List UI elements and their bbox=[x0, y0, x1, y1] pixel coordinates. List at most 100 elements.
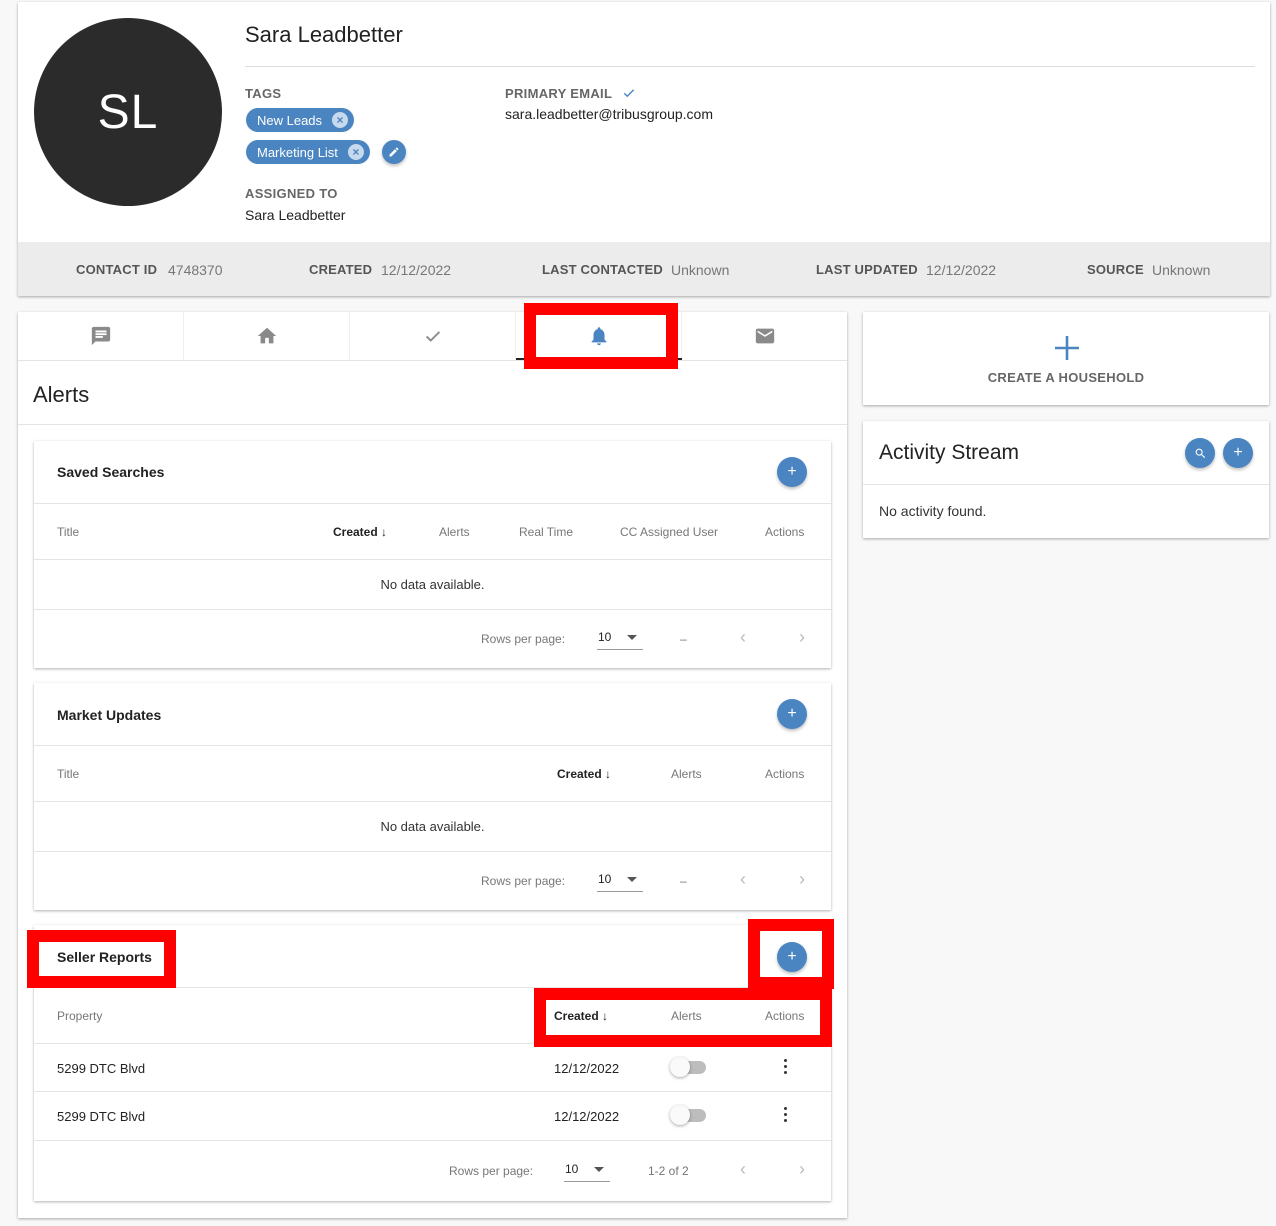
column-header-alerts[interactable]: Alerts bbox=[671, 767, 702, 781]
pagination-range: – bbox=[680, 874, 687, 888]
divider bbox=[245, 66, 1255, 67]
verified-check-icon bbox=[623, 89, 635, 98]
tag-chip[interactable]: New Leads × bbox=[246, 108, 355, 132]
column-header-created[interactable]: Created ↓ bbox=[333, 525, 387, 539]
chevron-left-icon[interactable]: ‹ bbox=[740, 1159, 746, 1180]
column-header-label: Created bbox=[557, 767, 602, 781]
table-cell-created: 12/12/2022 bbox=[554, 1109, 620, 1124]
rows-per-page-label: Rows per page: bbox=[481, 632, 566, 646]
activity-stream-title: Activity Stream bbox=[879, 441, 1020, 464]
last-updated-value: 12/12/2022 bbox=[926, 262, 997, 278]
assigned-to-value: Sara Leadbetter bbox=[245, 207, 346, 223]
source-value: Unknown bbox=[1152, 262, 1211, 278]
column-header-property[interactable]: Property bbox=[57, 1009, 102, 1023]
caret-down-icon bbox=[627, 877, 637, 882]
column-header-cc-assigned-user[interactable]: CC Assigned User bbox=[620, 525, 718, 539]
rows-per-page-label: Rows per page: bbox=[449, 1164, 534, 1178]
chevron-right-icon[interactable]: › bbox=[799, 1159, 805, 1180]
created-label: CREATED bbox=[309, 262, 373, 277]
caret-down-icon bbox=[627, 635, 637, 640]
last-contacted-label: LAST CONTACTED bbox=[542, 262, 663, 277]
column-header-title[interactable]: Title bbox=[57, 767, 79, 781]
tab-alerts[interactable] bbox=[516, 312, 682, 360]
chevron-right-icon[interactable]: › bbox=[799, 869, 805, 890]
tag-chip-label: New Leads bbox=[257, 112, 323, 128]
primary-email-value[interactable]: sara.leadbetter@tribusgroup.com bbox=[505, 106, 713, 122]
divider bbox=[34, 801, 831, 802]
home-icon bbox=[257, 327, 276, 344]
column-header-title[interactable]: Title bbox=[57, 525, 79, 539]
column-header-alerts[interactable]: Alerts bbox=[671, 1009, 702, 1023]
rows-per-page-select[interactable]: 10 bbox=[597, 628, 643, 650]
column-header-created[interactable]: Created ↓ bbox=[554, 1009, 608, 1023]
page-title: Alerts bbox=[33, 382, 90, 407]
tab-notes[interactable] bbox=[18, 312, 184, 360]
create-household-label: CREATE A HOUSEHOLD bbox=[987, 370, 1145, 385]
assigned-to-label: ASSIGNED TO bbox=[245, 186, 338, 201]
activity-stream-card: Activity Stream + No activity found. bbox=[863, 421, 1269, 538]
column-header-created[interactable]: Created ↓ bbox=[557, 767, 611, 781]
rows-per-page-value: 10 bbox=[598, 872, 612, 886]
tag-chip[interactable]: Marketing List × bbox=[246, 140, 370, 164]
edit-tags-button[interactable] bbox=[382, 140, 406, 164]
contact-name: Sara Leadbetter bbox=[245, 22, 403, 47]
search-icon bbox=[1195, 448, 1205, 458]
avatar: SL bbox=[34, 18, 222, 206]
divider bbox=[34, 745, 831, 746]
arrow-down-icon: ↓ bbox=[602, 1009, 609, 1023]
column-header-real-time[interactable]: Real Time bbox=[519, 525, 573, 539]
table-cell-property[interactable]: 5299 DTC Blvd bbox=[57, 1109, 145, 1124]
more-vert-icon[interactable] bbox=[781, 1107, 791, 1123]
rows-per-page-select[interactable]: 10 bbox=[564, 1160, 610, 1182]
contact-id-label: CONTACT ID bbox=[76, 262, 158, 277]
last-updated-label: LAST UPDATED bbox=[816, 262, 918, 277]
add-saved-search-button[interactable]: + bbox=[777, 457, 807, 487]
divider bbox=[34, 1043, 831, 1044]
add-seller-report-button[interactable]: + bbox=[777, 942, 807, 972]
table-cell-property[interactable]: 5299 DTC Blvd bbox=[57, 1061, 145, 1076]
divider bbox=[863, 484, 1269, 485]
search-activity-button[interactable] bbox=[1185, 438, 1215, 468]
empty-state: No data available. bbox=[380, 819, 485, 834]
arrow-down-icon: ↓ bbox=[605, 767, 612, 781]
contact-info-bar: CONTACT ID 4748370 CREATED 12/12/2022 LA… bbox=[18, 242, 1270, 296]
market-updates-title: Market Updates bbox=[57, 707, 162, 723]
close-icon[interactable]: × bbox=[347, 144, 364, 160]
divider bbox=[34, 851, 831, 852]
rows-per-page-value: 10 bbox=[565, 1162, 579, 1176]
active-tab-indicator bbox=[516, 358, 682, 360]
activity-empty-state: No activity found. bbox=[879, 503, 987, 519]
created-value: 12/12/2022 bbox=[381, 262, 452, 278]
chevron-left-icon[interactable]: ‹ bbox=[740, 627, 746, 648]
primary-email-label: PRIMARY EMAIL bbox=[505, 86, 613, 101]
plus-icon bbox=[1055, 336, 1079, 360]
notes-icon bbox=[91, 326, 110, 346]
empty-state: No data available. bbox=[380, 577, 485, 592]
create-household-button[interactable]: CREATE A HOUSEHOLD bbox=[863, 312, 1269, 405]
rows-per-page-select[interactable]: 10 bbox=[597, 870, 643, 892]
column-header-actions: Actions bbox=[765, 525, 805, 539]
divider bbox=[34, 987, 831, 988]
add-activity-button[interactable]: + bbox=[1223, 438, 1253, 468]
divider bbox=[18, 424, 847, 425]
check-icon bbox=[425, 331, 440, 342]
caret-down-icon bbox=[594, 1167, 604, 1172]
alerts-toggle[interactable] bbox=[670, 1057, 708, 1077]
column-header-actions: Actions bbox=[765, 1009, 805, 1023]
tab-home[interactable] bbox=[184, 312, 350, 360]
tag-chip-label: Marketing List bbox=[257, 144, 338, 160]
saved-searches-title: Saved Searches bbox=[57, 464, 165, 480]
chevron-right-icon[interactable]: › bbox=[799, 627, 805, 648]
column-header-label: Created bbox=[333, 525, 378, 539]
rows-per-page-value: 10 bbox=[598, 630, 612, 644]
alerts-toggle[interactable] bbox=[670, 1105, 708, 1125]
saved-searches-card: Saved Searches + Title Created ↓ Alerts … bbox=[34, 441, 831, 668]
more-vert-icon[interactable] bbox=[781, 1059, 791, 1075]
column-header-actions: Actions bbox=[765, 767, 805, 781]
add-market-update-button[interactable]: + bbox=[777, 699, 807, 729]
tab-email[interactable] bbox=[682, 312, 848, 360]
tab-tasks[interactable] bbox=[350, 312, 516, 360]
column-header-alerts[interactable]: Alerts bbox=[439, 525, 470, 539]
chevron-left-icon[interactable]: ‹ bbox=[740, 869, 746, 890]
close-icon[interactable]: × bbox=[332, 112, 349, 128]
